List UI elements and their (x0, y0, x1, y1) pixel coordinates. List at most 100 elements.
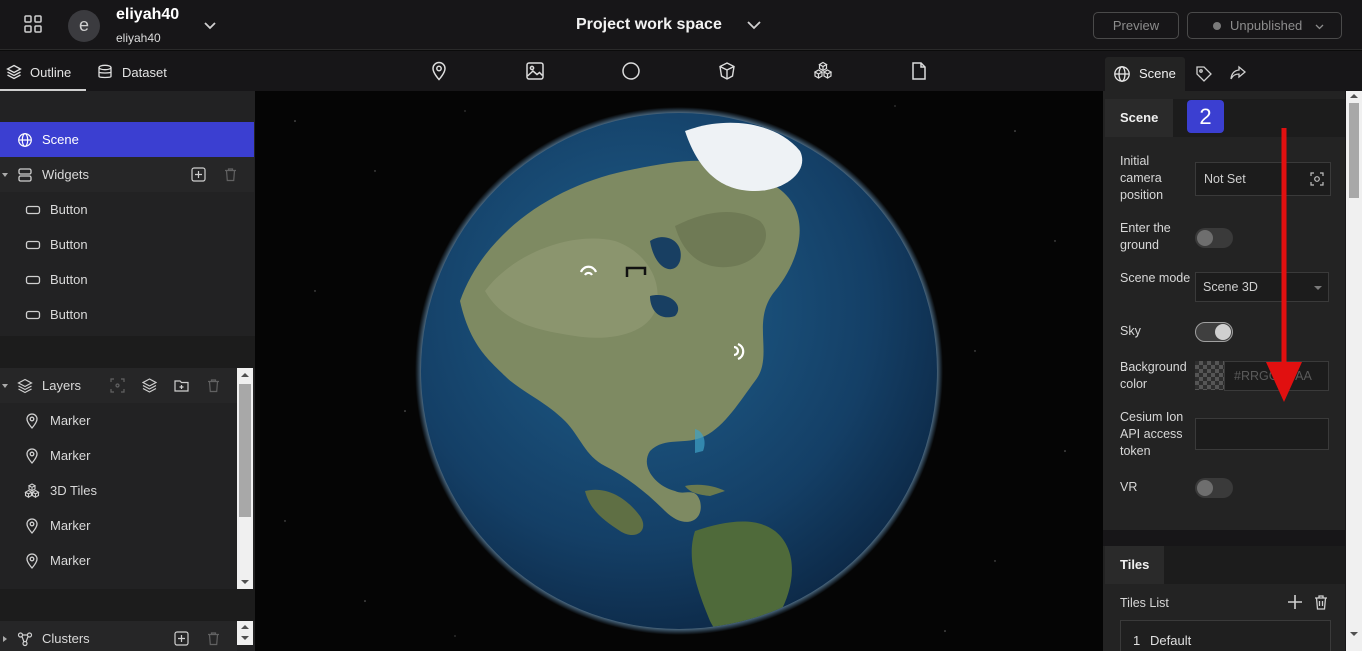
scroll-up-icon (1350, 94, 1358, 98)
trash-icon (208, 379, 219, 393)
outline-item-widget[interactable]: Button (0, 227, 254, 262)
enter-ground-toggle[interactable] (1195, 228, 1233, 248)
outline-group-layers[interactable]: Layers (0, 368, 237, 403)
section-divider (0, 336, 255, 368)
preview-button[interactable]: Preview (1093, 12, 1179, 39)
scrollbar-thumb[interactable] (1349, 103, 1359, 198)
scene-section-title: Scene (1105, 99, 1174, 137)
tiles-list-label: Tiles List (1120, 596, 1169, 610)
outline-group-widgets-label: Widgets (42, 167, 89, 182)
vr-toggle[interactable] (1195, 478, 1233, 498)
caret-down-icon (2, 384, 8, 388)
outline-item-widget-label: Button (50, 237, 88, 252)
tiles-list-item[interactable]: 1 Default (1120, 620, 1331, 651)
globe-icon (18, 133, 32, 147)
clusters-scrollbar[interactable] (237, 621, 253, 645)
database-icon (98, 64, 112, 79)
tool-toolbar (255, 51, 1103, 91)
marker-tool-icon[interactable] (429, 61, 449, 81)
map-pin-icon (26, 518, 38, 534)
outline-group-clusters[interactable]: Clusters (0, 621, 237, 651)
scroll-down-icon (241, 580, 249, 584)
layers-scrollbar[interactable] (237, 368, 253, 589)
left-panel: Outline Dataset Scene Widgets Button But… (0, 51, 255, 651)
capture-camera-icon[interactable] (1310, 172, 1324, 186)
image-tool-icon[interactable] (525, 61, 545, 81)
map-viewport[interactable] (255, 91, 1103, 651)
outline-tree: Scene Widgets Button Button Button Butto… (0, 91, 255, 651)
scroll-up-icon (241, 373, 249, 377)
outline-item-layer[interactable]: Marker (0, 508, 237, 543)
annotation-badge-2: 2 (1187, 100, 1224, 133)
map-pin-icon (26, 553, 38, 569)
status-dot-icon (1213, 22, 1221, 30)
color-swatch[interactable] (1195, 361, 1224, 390)
outline-item-widget-label: Button (50, 307, 88, 322)
outline-item-layer-label: Marker (50, 448, 91, 463)
workspace-chevron-down-icon[interactable] (202, 18, 218, 34)
add-folder-icon (174, 380, 189, 392)
outline-item-scene-label: Scene (42, 132, 79, 147)
caret-down-icon (1314, 286, 1322, 290)
3d-tiles-tool-icon[interactable] (813, 61, 833, 81)
outline-group-layers-label: Layers (42, 378, 82, 393)
top-bar: e eliyah40 eliyah40 Project work space P… (0, 0, 1362, 50)
tab-publish[interactable] (1227, 57, 1249, 91)
scroll-up-icon (241, 625, 249, 629)
tab-scene[interactable]: Scene (1105, 57, 1185, 91)
tab-tags[interactable] (1193, 57, 1215, 91)
tab-outline[interactable]: Outline (0, 51, 86, 91)
property-panel: Scene Initial camera position Not Set En… (1103, 91, 1345, 651)
app-grid-icon[interactable] (23, 14, 43, 34)
annotation-arrow-icon (1266, 128, 1302, 402)
scene-mode-value: Scene 3D (1203, 280, 1258, 294)
enter-ground-label: Enter the ground (1120, 221, 1171, 252)
add-widget-icon (191, 167, 206, 182)
section-divider (1103, 530, 1345, 546)
3d-model-tool-icon[interactable] (717, 61, 737, 81)
outline-item-layer[interactable]: Marker (0, 543, 237, 578)
outline-item-widget-label: Button (50, 202, 88, 217)
scrollbar-thumb[interactable] (239, 384, 251, 517)
add-infobox-icon (110, 378, 125, 393)
outline-item-layer[interactable]: Marker (0, 403, 237, 438)
layers-icon (17, 378, 33, 394)
cesium-token-label: Cesium Ion API access token (1120, 410, 1184, 458)
trash-icon[interactable] (1313, 594, 1329, 610)
initial-camera-value: Not Set (1204, 172, 1246, 186)
background-color-label: Background color (1120, 360, 1187, 391)
project-chevron-down-icon[interactable] (746, 17, 762, 33)
sky-toggle[interactable] (1195, 322, 1233, 342)
outline-item-layer[interactable]: 3D Tiles (0, 473, 237, 508)
cesium-token-input[interactable] (1195, 418, 1329, 450)
publish-status-label: Unpublished (1230, 18, 1303, 33)
outline-item-layer[interactable]: Marker (0, 438, 237, 473)
outline-item-layer-label: Marker (50, 553, 91, 568)
workspace-avatar[interactable]: e (68, 10, 100, 42)
outline-item-scene[interactable]: Scene (0, 122, 254, 157)
outline-item-widget[interactable]: Button (0, 297, 254, 332)
map-pin-icon (26, 413, 38, 429)
tab-dataset[interactable]: Dataset (94, 51, 174, 91)
add-tile-icon[interactable] (1287, 594, 1303, 610)
clusters-icon (17, 632, 33, 647)
outline-group-clusters-label: Clusters (42, 631, 90, 646)
right-panel-tabs: Scene (1103, 51, 1362, 91)
outline-item-widget[interactable]: Button (0, 262, 254, 297)
outline-group-widgets[interactable]: Widgets (0, 157, 254, 192)
scene-section-header: Scene (1105, 99, 1345, 137)
workspace-name: eliyah40 (116, 6, 180, 23)
map-pin-icon (26, 448, 38, 464)
file-tool-icon[interactable] (909, 61, 929, 81)
tiles-section-title: Tiles (1105, 546, 1165, 584)
trash-icon (225, 168, 236, 182)
circle-tool-icon[interactable] (621, 61, 641, 81)
globe-view[interactable] (255, 91, 1103, 651)
3d-tiles-icon (24, 483, 40, 499)
project-title[interactable]: Project work space (576, 16, 722, 34)
outline-item-widget[interactable]: Button (0, 192, 254, 227)
section-divider (0, 589, 255, 621)
publish-status-dropdown[interactable]: Unpublished (1187, 12, 1342, 39)
chevron-down-icon (1315, 22, 1324, 31)
right-panel-scrollbar[interactable] (1346, 91, 1362, 651)
